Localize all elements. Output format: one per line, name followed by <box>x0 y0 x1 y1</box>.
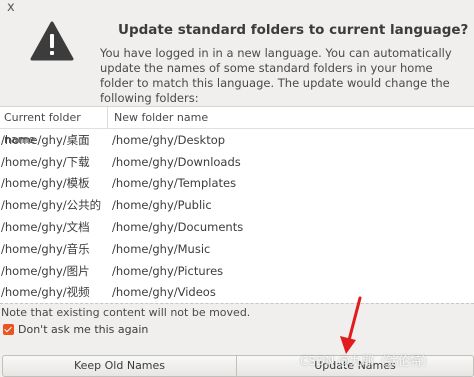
new-folder-cell: /home/ghy/Pictures <box>112 263 224 278</box>
folder-table: Current folder name New folder name /hom… <box>0 106 474 303</box>
table-row[interactable]: /home/ghy/下载 /home/ghy/Downloads <box>0 151 474 173</box>
current-folder-cell: /home/ghy/公共的 <box>1 198 102 213</box>
watermark: CSDN @九耶（钛伦特） <box>300 354 435 368</box>
red-arrow-annotation <box>340 296 362 354</box>
dialog-title: Update standard folders to current langu… <box>118 22 469 38</box>
new-folder-cell: /home/ghy/Desktop <box>112 132 226 147</box>
new-folder-cell: /home/ghy/Downloads <box>112 154 241 169</box>
dialog-description: You have logged in in a new language. Yo… <box>100 46 452 105</box>
table-row[interactable]: /home/ghy/视频 /home/ghy/Videos <box>0 282 474 304</box>
new-folder-cell: /home/ghy/Music <box>112 241 211 256</box>
dont-ask-label[interactable]: Don't ask me this again <box>18 323 148 336</box>
table-row[interactable]: /home/ghy/模板 /home/ghy/Templates <box>0 173 474 195</box>
new-folder-cell: /home/ghy/Videos <box>112 285 216 300</box>
table-header: Current folder name New folder name <box>0 106 474 146</box>
table-row[interactable]: /home/ghy/文档 /home/ghy/Documents <box>0 216 474 238</box>
column-header-current[interactable]: Current folder name <box>0 106 108 146</box>
note-text: Note that existing content will not be m… <box>0 303 474 320</box>
table-row[interactable]: /home/ghy/桌面 /home/ghy/Desktop <box>0 129 474 151</box>
new-folder-cell: /home/ghy/Documents <box>112 220 244 235</box>
dont-ask-checkbox[interactable] <box>3 323 14 335</box>
current-folder-cell: /home/ghy/下载 <box>1 154 90 169</box>
new-folder-cell: /home/ghy/Templates <box>112 176 237 191</box>
current-folder-cell: /home/ghy/模板 <box>1 176 90 191</box>
table-row[interactable]: /home/ghy/公共的 /home/ghy/Public <box>0 194 474 216</box>
current-folder-cell: /home/ghy/音乐 <box>1 241 90 256</box>
current-folder-cell: /home/ghy/视频 <box>1 285 90 300</box>
dialog-header: Update standard folders to current langu… <box>0 0 474 106</box>
current-folder-cell: /home/ghy/图片 <box>1 263 90 278</box>
warning-icon <box>30 21 74 61</box>
keep-old-names-button[interactable]: Keep Old Names <box>2 355 237 377</box>
current-folder-cell: /home/ghy/文档 <box>1 220 90 235</box>
current-folder-cell: /home/ghy/桌面 <box>1 132 90 147</box>
table-row[interactable]: /home/ghy/音乐 /home/ghy/Music <box>0 238 474 260</box>
new-folder-cell: /home/ghy/Public <box>112 198 212 213</box>
table-row[interactable]: /home/ghy/图片 /home/ghy/Pictures <box>0 260 474 282</box>
dont-ask-checkbox-row[interactable]: Don't ask me this again <box>0 321 148 337</box>
column-header-new[interactable]: New folder name <box>108 107 208 129</box>
